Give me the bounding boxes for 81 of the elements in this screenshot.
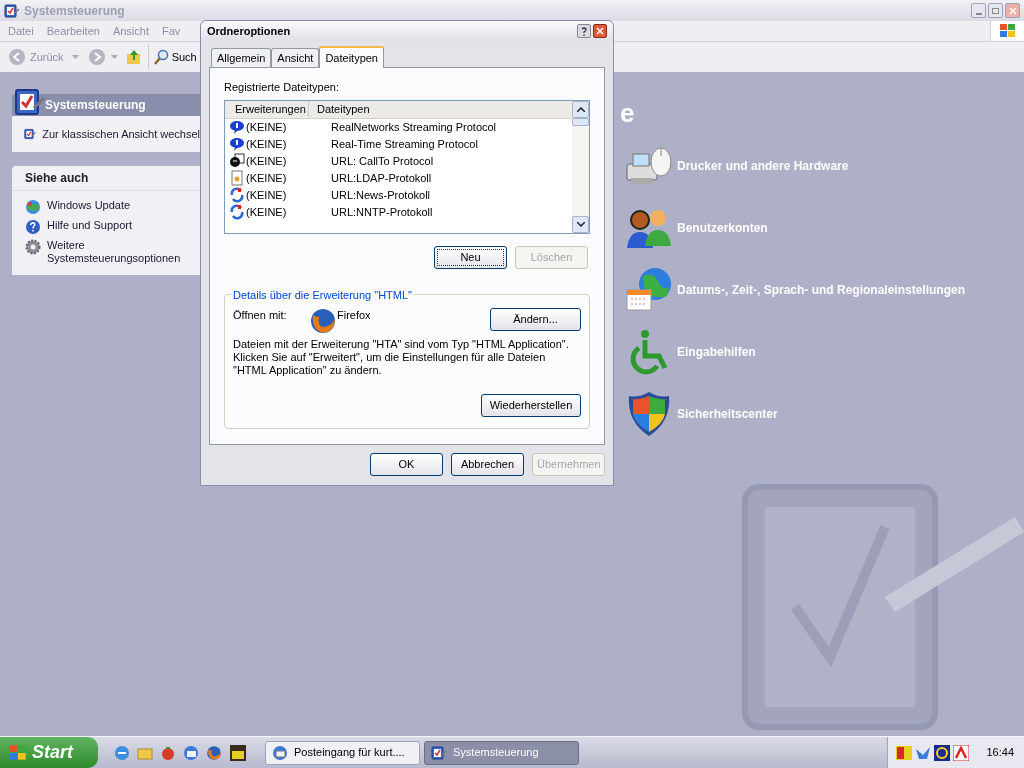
refresh-arrows-icon: [229, 187, 245, 203]
scroll-down-icon: [576, 221, 585, 227]
windows-flag-icon: [998, 23, 1017, 39]
table-cell-text: (KEINE): [245, 119, 288, 135]
restore-button[interactable]: [988, 3, 1003, 18]
change-button[interactable]: Ändern...: [490, 307, 581, 331]
windows-flag-icon: [8, 743, 28, 762]
folder-up-icon: [124, 48, 143, 66]
phone-window-icon: [229, 153, 245, 169]
tomato-icon[interactable]: [160, 744, 176, 761]
control-panel-icon: [14, 86, 46, 118]
column-header[interactable]: Dateitypen: [309, 100, 572, 118]
help-icon: [25, 219, 41, 235]
mail-globe-icon: [272, 744, 288, 761]
speech-bubble-icon: [229, 136, 245, 152]
globe-and-calendar-icon: [625, 265, 673, 314]
table-cell-text: (KEINE): [245, 204, 288, 220]
scroll-thumb[interactable]: [572, 117, 589, 126]
table-cell-text: URL:LDAP-Protokoll: [330, 170, 432, 186]
classic-view-link[interactable]: Zur klassischen Ansicht wechsel: [42, 125, 200, 143]
panel-title: Siehe auch: [25, 170, 89, 187]
taskbar-button[interactable]: Posteingang für kurt....: [265, 740, 420, 765]
firefox-icon: [309, 306, 337, 335]
firefox-icon[interactable]: [206, 744, 222, 761]
dropdown-arrow-icon: [71, 55, 79, 59]
document-icon: [229, 170, 245, 186]
question-mark-icon: [581, 26, 587, 36]
program-name: Firefox: [337, 307, 372, 323]
restore-button[interactable]: Wiederherstellen: [481, 393, 581, 417]
close-icon: [1008, 6, 1017, 15]
description-text: Dateien mit der Erweiterung "HTA" sind vom Typ "HTML Application". Klicken Sie auf "Erweitert", um die Einstellungen für alle Dateien "HTML Application" zu ändern.: [233, 337, 570, 377]
column-header[interactable]: Erweiterungen: [225, 100, 309, 118]
scrollbar[interactable]: [572, 100, 589, 233]
tab[interactable]: Dateitypen: [319, 46, 384, 68]
page-heading: e: [620, 98, 635, 128]
table-cell-text: RealNetworks Streaming Protocol: [330, 119, 497, 135]
table-cell-text: (KEINE): [245, 187, 288, 203]
control-panel-icon: [431, 744, 447, 761]
close-button[interactable]: [593, 24, 607, 38]
media-player-icon[interactable]: [229, 743, 247, 762]
globe-icon: [25, 199, 41, 215]
table-cell-text: URL:NNTP-Protokoll: [330, 204, 433, 220]
open-with-label: Öffnen mit:: [233, 307, 288, 323]
refresh-arrows-icon: [229, 204, 245, 220]
antivirus-icon[interactable]: [953, 744, 970, 761]
ok-button[interactable]: OK: [370, 453, 443, 476]
see-also-link[interactable]: Hilfe und Support: [47, 219, 187, 232]
search-button[interactable]: Such: [171, 48, 197, 66]
browser-icon[interactable]: [114, 744, 130, 761]
taskbar-label: Systemsteuerung: [453, 745, 539, 761]
control-panel-icon: [24, 126, 37, 142]
table-cell-text: (KEINE): [245, 136, 288, 152]
target-icon[interactable]: [934, 744, 951, 761]
table-cell-text: Real-Time Streaming Protocol: [330, 136, 478, 152]
see-also-link[interactable]: Weitere Systemsteuerungsoptionen: [47, 239, 187, 265]
cancel-button[interactable]: Abbrechen: [451, 453, 524, 476]
close-icon: [596, 27, 604, 35]
table-cell-text: (KEINE): [245, 153, 288, 169]
speech-bubble-icon: [229, 119, 245, 135]
table-cell-text: (KEINE): [245, 170, 288, 186]
mail-globe-icon[interactable]: [183, 744, 199, 761]
taskbar-label: Posteingang für kurt....: [294, 745, 405, 761]
tab[interactable]: Ansicht: [271, 48, 320, 67]
table-cell-text: URL:News-Protokoll: [330, 187, 431, 203]
dialog-title: Ordneroptionen: [207, 23, 292, 39]
new-button[interactable]: Neu: [434, 245, 507, 269]
gear-icon: [25, 239, 41, 255]
control-panel-icon: [4, 2, 20, 19]
help-button[interactable]: [577, 24, 591, 38]
window-title: Systemsteuerung: [24, 2, 125, 20]
table-cell-text: URL: CallTo Protocol: [330, 153, 434, 169]
minimize-button[interactable]: [971, 3, 986, 18]
panel-title: Systemsteuerung: [45, 97, 146, 114]
tab[interactable]: Allgemein: [211, 48, 272, 67]
list-label: Registrierte Dateitypen:: [224, 80, 340, 95]
clock: 16:44: [986, 745, 1014, 761]
see-also-link[interactable]: Windows Update: [47, 199, 187, 212]
scroll-up-icon: [576, 106, 585, 112]
search-icon: [153, 49, 170, 65]
firewall-icon[interactable]: [896, 744, 913, 761]
dropdown-arrow-icon: [110, 55, 118, 59]
